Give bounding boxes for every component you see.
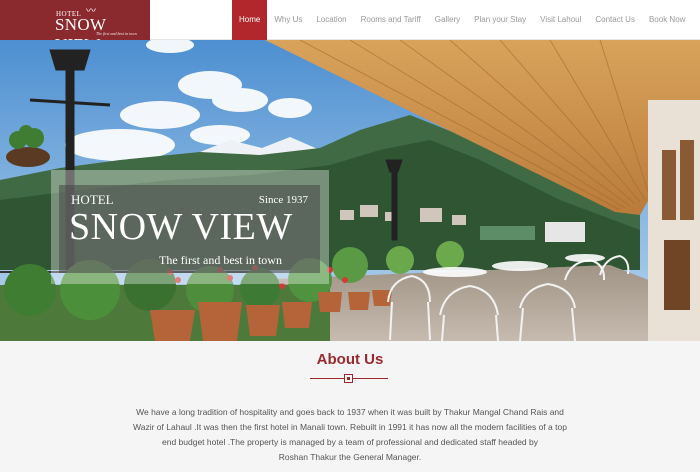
nav-contact-us[interactable]: Contact Us (588, 0, 642, 40)
nav-location[interactable]: Location (309, 0, 353, 40)
hero-tagline: The first and best in town (159, 253, 282, 267)
about-line: Roshan Thakur the General Manager. (278, 452, 422, 462)
about-section: About Us We have a long tradition of hos… (0, 341, 700, 472)
nav-rooms-and-tariff[interactable]: Rooms and Tariff (354, 0, 428, 40)
nav-plan-your-stay[interactable]: Plan your Stay (467, 0, 533, 40)
logo-tagline: The first and best in town (96, 31, 137, 36)
hero-slider: HOTEL Since 1937 SNOW VIEW The first and… (0, 40, 700, 341)
nav-visit-lahoul[interactable]: Visit Lahoul (533, 0, 588, 40)
divider-diamond-icon (344, 374, 353, 383)
nav-why-us[interactable]: Why Us (267, 0, 309, 40)
about-line: We have a long tradition of hospitality … (136, 407, 564, 417)
about-text: We have a long tradition of hospitality … (110, 405, 590, 465)
hero-caption: HOTEL Since 1937 SNOW VIEW The first and… (59, 185, 320, 273)
hero-caption-frame: HOTEL Since 1937 SNOW VIEW The first and… (51, 170, 329, 284)
top-navbar: 〰 HOTEL SNOW VIEW The first and best in … (0, 0, 700, 54)
nav-book-now[interactable]: Book Now (642, 0, 692, 40)
about-line: end budget hotel .The property is manage… (162, 437, 538, 447)
nav-gallery[interactable]: Gallery (428, 0, 467, 40)
about-title: About Us (316, 351, 384, 368)
hotel-logo[interactable]: 〰 HOTEL SNOW VIEW The first and best in … (0, 0, 150, 54)
hero-hotel-name: SNOW VIEW (69, 206, 293, 248)
nav-home[interactable]: Home (232, 0, 268, 40)
main-menu: Home Why Us Location Rooms and Tariff Ga… (232, 0, 692, 40)
about-line: Wazir of Lahaul .It was then the first h… (133, 422, 567, 432)
